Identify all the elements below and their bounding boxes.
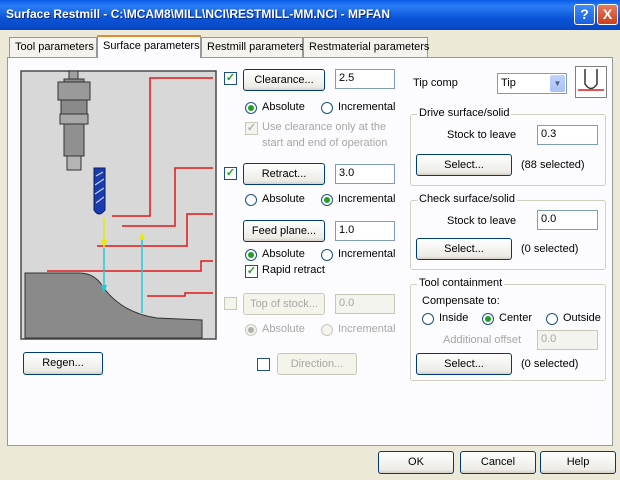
clearance-note-line1: Use clearance only at the: [262, 121, 387, 133]
check-stock-label: Stock to leave: [447, 215, 517, 227]
help-title-button[interactable]: ?: [574, 4, 595, 25]
retract-incremental-label: Incremental: [338, 193, 396, 205]
rapid-retract-checkbox[interactable]: ✓: [245, 265, 258, 278]
tool-containment-title: Tool containment: [417, 277, 505, 289]
help-button[interactable]: Help: [540, 451, 616, 474]
drive-surface-title: Drive surface/solid: [417, 107, 512, 119]
close-button[interactable]: X: [597, 4, 618, 25]
tip-comp-select[interactable]: Tip ▼: [497, 73, 567, 94]
compensate-to-label: Compensate to:: [422, 295, 500, 307]
containment-center-label: Center: [499, 312, 533, 324]
clearance-input[interactable]: 2.5: [335, 69, 395, 89]
tab-tool-parameters[interactable]: Tool parameters: [9, 37, 97, 57]
tab-surface-parameters[interactable]: Surface parameters: [97, 35, 201, 58]
drive-select-button[interactable]: Select...: [416, 154, 512, 176]
top-of-stock-absolute-radio[interactable]: [245, 324, 257, 336]
top-of-stock-input[interactable]: 0.0: [335, 294, 395, 314]
feed-plane-input[interactable]: 1.0: [335, 221, 395, 241]
tip-comp-value: Tip: [501, 77, 516, 89]
top-of-stock-checkbox[interactable]: [224, 297, 237, 310]
check-stock-input[interactable]: 0.0: [537, 210, 598, 230]
drive-stock-input[interactable]: 0.3: [537, 125, 598, 145]
window-title: Surface Restmill - C:\MCAM8\MILL\NCI\RES…: [6, 7, 390, 21]
title-bar: Surface Restmill - C:\MCAM8\MILL\NCI\RES…: [0, 0, 620, 30]
feed-plane-incremental-radio[interactable]: [321, 249, 333, 261]
check-selected-count: (0 selected): [521, 243, 579, 255]
retract-button[interactable]: Retract...: [243, 163, 325, 185]
check-select-button[interactable]: Select...: [416, 238, 512, 260]
retract-input[interactable]: 3.0: [335, 164, 395, 184]
chevron-down-icon[interactable]: ▼: [550, 75, 565, 92]
top-of-stock-incremental-label: Incremental: [338, 323, 396, 335]
clearance-button[interactable]: Clearance...: [243, 69, 325, 91]
additional-offset-input[interactable]: 0.0: [537, 330, 598, 350]
clearance-incremental-label: Incremental: [338, 101, 396, 113]
feed-plane-button[interactable]: Feed plane...: [243, 220, 325, 242]
drive-stock-label: Stock to leave: [447, 129, 517, 141]
retract-absolute-label: Absolute: [262, 193, 305, 205]
tip-comp-label: Tip comp: [413, 77, 458, 89]
clearance-absolute-radio[interactable]: [245, 102, 257, 114]
drive-selected-count: (88 selected): [521, 159, 585, 171]
containment-inside-label: Inside: [439, 312, 469, 324]
retract-checkbox[interactable]: ✓: [224, 167, 237, 180]
retract-incremental-radio[interactable]: [321, 194, 333, 206]
tip-comp-icon: [575, 66, 607, 98]
feed-plane-absolute-radio[interactable]: [245, 249, 257, 261]
clearance-note-line2: start and end of operation: [262, 137, 388, 149]
containment-center-radio[interactable]: [482, 313, 494, 325]
containment-outside-radio[interactable]: [546, 313, 558, 325]
direction-button[interactable]: Direction...: [277, 353, 357, 375]
top-of-stock-absolute-label: Absolute: [262, 323, 305, 335]
direction-checkbox[interactable]: [257, 358, 270, 371]
additional-offset-label: Additional offset: [443, 334, 522, 346]
containment-inside-radio[interactable]: [422, 313, 434, 325]
top-of-stock-button[interactable]: Top of stock...: [243, 293, 325, 315]
retract-absolute-radio[interactable]: [245, 194, 257, 206]
feed-plane-incremental-label: Incremental: [338, 248, 396, 260]
check-surface-title: Check surface/solid: [417, 193, 517, 205]
cancel-button[interactable]: Cancel: [460, 451, 536, 474]
containment-selected-count: (0 selected): [521, 358, 579, 370]
feed-plane-absolute-label: Absolute: [262, 248, 305, 260]
containment-select-button[interactable]: Select...: [416, 353, 512, 375]
clearance-incremental-radio[interactable]: [321, 102, 333, 114]
clearance-checkbox[interactable]: ✓: [224, 72, 237, 85]
tab-restmaterial-parameters[interactable]: Restmaterial parameters: [303, 37, 429, 57]
rapid-retract-label: Rapid retract: [262, 264, 325, 276]
clearance-absolute-label: Absolute: [262, 101, 305, 113]
clearance-only-start-end-checkbox[interactable]: ✓: [245, 122, 258, 135]
tab-restmill-parameters[interactable]: Restmill parameters: [201, 37, 305, 57]
top-of-stock-incremental-radio[interactable]: [321, 324, 333, 336]
containment-outside-label: Outside: [563, 312, 601, 324]
regen-button[interactable]: Regen...: [23, 352, 103, 375]
ok-button[interactable]: OK: [378, 451, 454, 474]
surface-diagram: [17, 68, 218, 342]
